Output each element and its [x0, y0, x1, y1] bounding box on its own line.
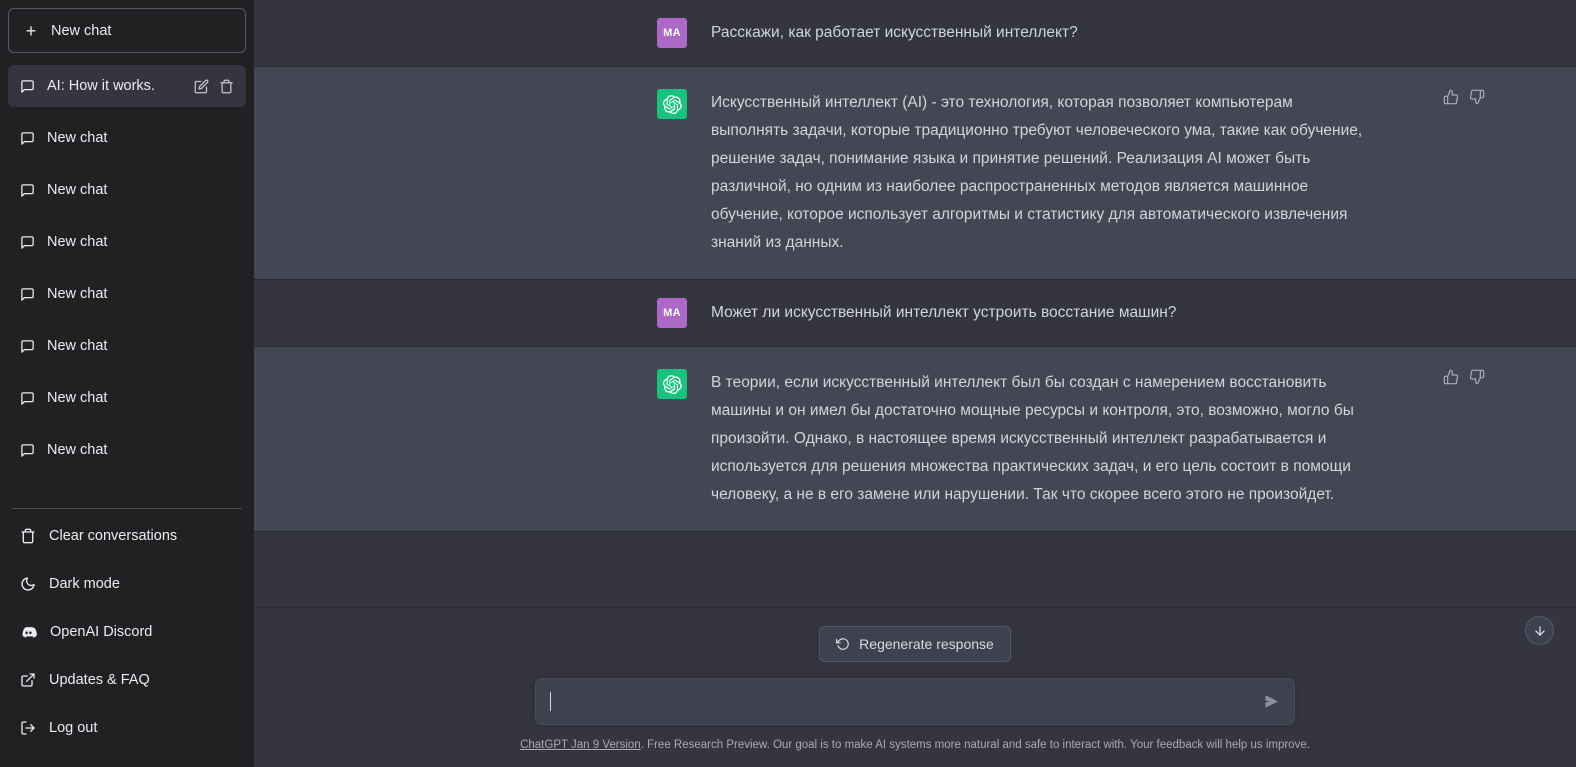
regenerate-label: Regenerate response: [859, 636, 994, 653]
scroll-to-bottom-button[interactable]: [1525, 616, 1554, 645]
input-row: [254, 678, 1576, 726]
version-link[interactable]: ChatGPT Jan 9 Version: [520, 739, 641, 751]
message-bubble-icon: [20, 131, 35, 146]
delete-icon[interactable]: [219, 79, 234, 94]
message-bubble-icon: [20, 391, 35, 406]
sidebar-item-dark-mode[interactable]: Dark mode: [8, 563, 246, 605]
trash-icon: [20, 528, 36, 544]
footer-disclaimer: ChatGPT Jan 9 Version. Free Research Pre…: [254, 725, 1576, 767]
thumbs-up-icon[interactable]: [1443, 89, 1459, 105]
conversation-actions: [194, 79, 234, 94]
sidebar-conversation-item[interactable]: New chat: [8, 325, 246, 367]
conversation-title: New chat: [47, 390, 108, 406]
conversation-title: AI: How it works.: [47, 78, 155, 94]
conversation-list: AI: How it works. New chat New chat New …: [8, 65, 246, 481]
sidebar-conversation-item[interactable]: New chat: [8, 221, 246, 263]
sidebar-menu: Clear conversations Dark mode OpenAI Dis…: [8, 515, 246, 759]
sidebar-conversation-item[interactable]: New chat: [8, 377, 246, 419]
composer-region: Regenerate response ChatGPT Jan 9 Versio…: [254, 607, 1576, 767]
sidebar-conversation-item[interactable]: New chat: [8, 429, 246, 471]
refresh-icon: [836, 637, 850, 651]
message-text: Может ли искусственный интеллект устроит…: [711, 304, 1177, 321]
message-text: Расскажи, как работает искусственный инт…: [711, 24, 1078, 41]
sidebar-item-updates-faq[interactable]: Updates & FAQ: [8, 659, 246, 701]
avatar: MA: [657, 298, 687, 328]
send-icon[interactable]: [1255, 691, 1280, 712]
message-bubble-icon: [20, 287, 35, 302]
message-input[interactable]: [553, 693, 1255, 711]
sidebar: + New chat AI: How it works. New chat Ne…: [0, 0, 254, 767]
feedback-actions: [1443, 369, 1485, 385]
edit-icon[interactable]: [194, 79, 209, 94]
new-chat-label: New chat: [51, 22, 112, 39]
message-bubble-icon: [20, 235, 35, 250]
text-caret: [550, 692, 551, 712]
new-chat-button[interactable]: + New chat: [8, 8, 246, 53]
conversation-thread: MA Расскажи, как работает искусственный …: [254, 0, 1576, 607]
sidebar-divider: [12, 508, 242, 509]
logout-icon: [20, 720, 36, 736]
regenerate-row: Regenerate response: [254, 626, 1576, 663]
sidebar-conversation-item[interactable]: New chat: [8, 273, 246, 315]
sidebar-item-label: Dark mode: [49, 576, 120, 592]
external-link-icon: [20, 672, 36, 688]
conversation-title: New chat: [47, 130, 108, 146]
moon-icon: [20, 576, 36, 592]
conversation-title: New chat: [47, 182, 108, 198]
avatar: [657, 369, 687, 399]
conversation-title: New chat: [47, 338, 108, 354]
message-text: В теории, если искусственный интеллект б…: [711, 374, 1354, 503]
arrow-down-icon: [1533, 624, 1547, 638]
sidebar-item-label: Updates & FAQ: [49, 672, 150, 688]
sidebar-item-label: Clear conversations: [49, 528, 178, 544]
message-user: MA Может ли искусственный интеллект устр…: [254, 280, 1576, 346]
sidebar-item-label: Log out: [49, 720, 98, 736]
message-assistant: Искусственный интеллект (AI) - это техно…: [254, 66, 1576, 280]
avatar: MA: [657, 18, 687, 48]
sidebar-item-log-out[interactable]: Log out: [8, 707, 246, 749]
sidebar-item-label: OpenAI Discord: [50, 624, 153, 640]
message-text: Искусственный интеллект (AI) - это техно…: [711, 94, 1363, 251]
sidebar-item-clear-conversations[interactable]: Clear conversations: [8, 515, 246, 557]
conversation-title: New chat: [47, 234, 108, 250]
discord-icon: [20, 624, 37, 641]
chatgpt-app: + New chat AI: How it works. New chat Ne…: [0, 0, 1576, 767]
message-bubble-icon: [20, 339, 35, 354]
message-input-box[interactable]: [535, 678, 1295, 726]
thumbs-down-icon[interactable]: [1469, 89, 1485, 105]
sidebar-conversation-item[interactable]: New chat: [8, 169, 246, 211]
regenerate-response-button[interactable]: Regenerate response: [819, 626, 1011, 663]
message-bubble-icon: [20, 79, 35, 94]
conversation-title: New chat: [47, 286, 108, 302]
message-user: MA Расскажи, как работает искусственный …: [254, 0, 1576, 66]
footer-text: . Free Research Preview. Our goal is to …: [640, 739, 1310, 752]
avatar: [657, 89, 687, 119]
message-assistant: В теории, если искусственный интеллект б…: [254, 346, 1576, 532]
sidebar-item-openai-discord[interactable]: OpenAI Discord: [8, 611, 246, 653]
message-bubble-icon: [20, 183, 35, 198]
sidebar-conversation-ai-how-it-works[interactable]: AI: How it works.: [8, 65, 246, 107]
plus-icon: +: [25, 20, 37, 41]
message-bubble-icon: [20, 443, 35, 458]
thumbs-down-icon[interactable]: [1469, 369, 1485, 385]
sidebar-conversation-item[interactable]: New chat: [8, 117, 246, 159]
feedback-actions: [1443, 89, 1485, 105]
conversation-title: New chat: [47, 442, 108, 458]
thumbs-up-icon[interactable]: [1443, 369, 1459, 385]
main-panel: MA Расскажи, как работает искусственный …: [254, 0, 1576, 767]
